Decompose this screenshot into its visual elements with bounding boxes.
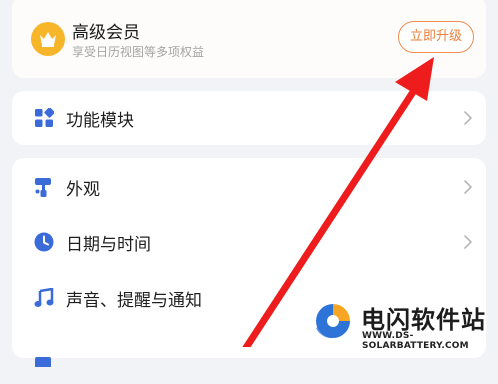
watermark: 电闪软件站 WWW.DS-SOLARBATTERY.COM	[308, 298, 498, 351]
watermark-name: 电闪软件站	[361, 306, 486, 334]
annotation-arrow	[242, 57, 434, 347]
settings-item-icon	[35, 357, 51, 367]
watermark-logo-icon	[308, 298, 358, 347]
watermark-url: WWW.DS-SOLARBATTERY.COM	[362, 331, 469, 351]
